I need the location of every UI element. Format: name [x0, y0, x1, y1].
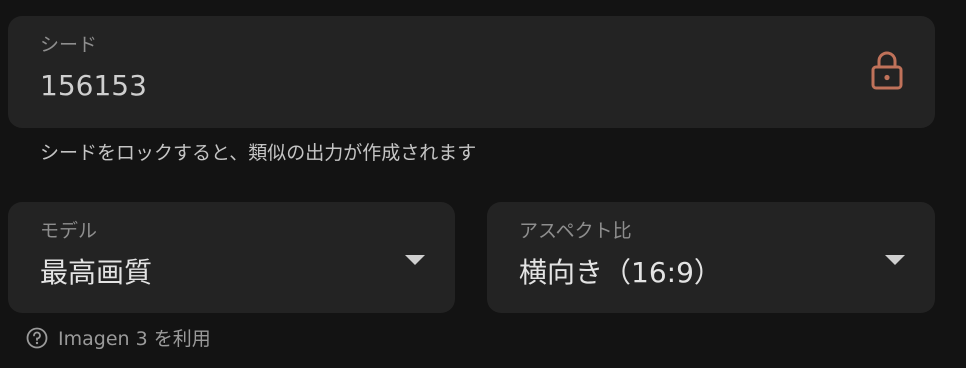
footnote-text: Imagen 3 を利用: [58, 328, 211, 350]
aspect-ratio-select[interactable]: アスペクト比 横向き（16:9）: [487, 202, 935, 313]
aspect-ratio-label: アスペクト比: [519, 220, 632, 242]
model-footnote: Imagen 3 を利用: [26, 324, 211, 351]
seed-value[interactable]: 156153: [40, 72, 147, 100]
lock-seed-button[interactable]: [863, 48, 911, 96]
model-label: モデル: [40, 220, 98, 242]
aspect-ratio-value: 横向き（16:9）: [519, 256, 722, 289]
caret-down-icon: [885, 255, 905, 265]
help-circle-icon[interactable]: [26, 327, 48, 349]
model-value: 最高画質: [40, 256, 153, 289]
model-select[interactable]: モデル 最高画質: [8, 202, 455, 313]
seed-label: シード: [40, 34, 98, 56]
seed-field[interactable]: シード 156153: [8, 16, 935, 128]
lock-icon: [869, 50, 905, 94]
page: シード 156153 シードをロックすると、類似の出力が作成されます モデル 最…: [0, 0, 966, 368]
seed-hint: シードをロックすると、類似の出力が作成されます: [40, 142, 477, 164]
caret-down-icon: [405, 255, 425, 265]
